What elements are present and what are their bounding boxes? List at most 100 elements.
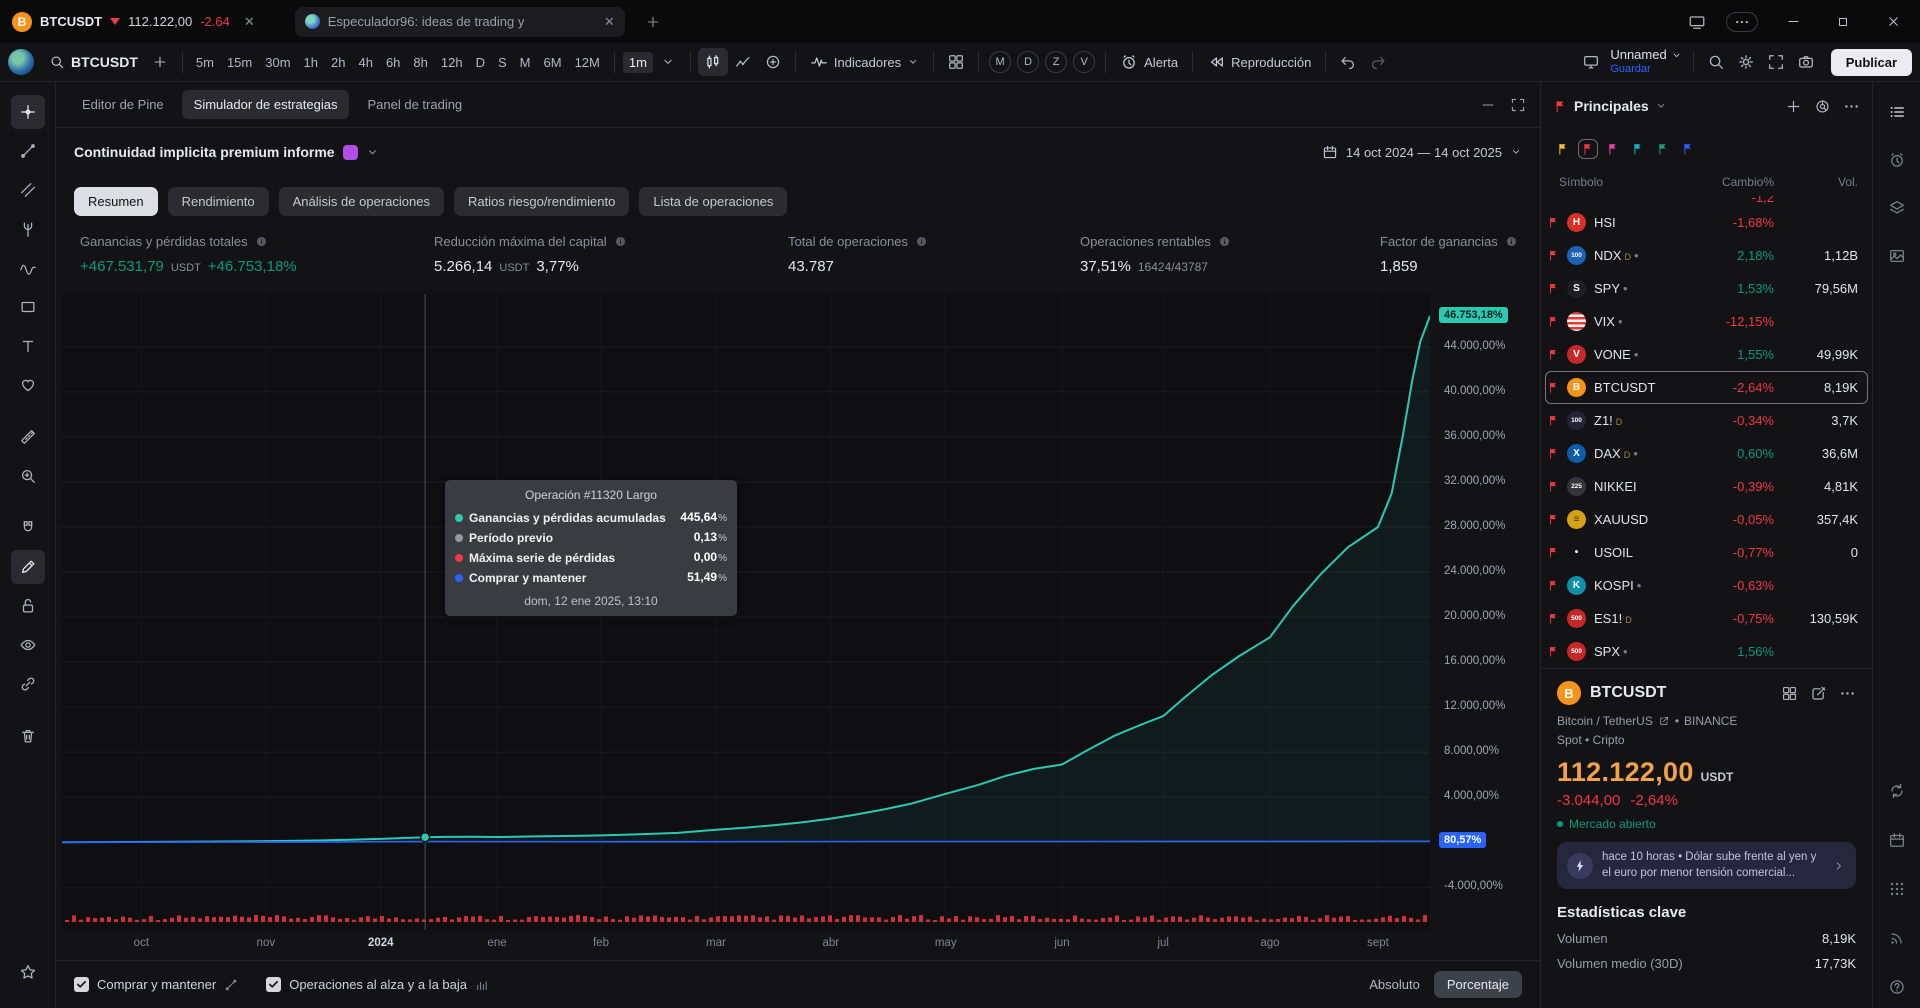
watchlist-row-btcusdt[interactable]: BBTCUSDT-2,64%8,19K bbox=[1541, 371, 1872, 404]
snapshot-button[interactable] bbox=[1791, 48, 1821, 76]
close-tab-button[interactable]: ✕ bbox=[238, 14, 261, 30]
watchlist-row-partial[interactable]: -1,2 bbox=[1541, 196, 1872, 206]
flag-filter-5[interactable] bbox=[1680, 141, 1696, 157]
report-tab-ratios-riesgo-rendimiento[interactable]: Ratios riesgo/rendimiento bbox=[454, 187, 629, 216]
detail-more-icon[interactable] bbox=[1839, 685, 1856, 702]
report-tab-an-lisis-de-operaciones[interactable]: Análisis de operaciones bbox=[279, 187, 444, 216]
watchlist-row-spy[interactable]: SSPY•1,53%79,56M bbox=[1541, 272, 1872, 305]
draw-tool[interactable] bbox=[11, 550, 45, 584]
shortcut-v-button[interactable]: V bbox=[1073, 51, 1095, 73]
forecast-tool[interactable] bbox=[11, 251, 45, 285]
news-feed-button[interactable] bbox=[1879, 920, 1915, 956]
add-symbol-button[interactable] bbox=[145, 48, 175, 76]
flag-filter-2[interactable] bbox=[1605, 141, 1621, 157]
info-icon[interactable] bbox=[1218, 235, 1231, 248]
watchlist-row-z1[interactable]: 100Z1!D-0,34%3,7K bbox=[1541, 404, 1872, 437]
help-button[interactable] bbox=[1879, 969, 1915, 1005]
watchlist-row-vone[interactable]: VVONE•1,55%49,99K bbox=[1541, 338, 1872, 371]
timeframe-1h[interactable]: 1h bbox=[298, 52, 324, 73]
symbol-search-button[interactable]: BTCUSDT bbox=[42, 50, 145, 74]
watchlist-row-spx[interactable]: 500SPX•1,56% bbox=[1541, 635, 1872, 668]
new-tab-button[interactable] bbox=[645, 14, 661, 30]
watchlist-title[interactable]: Principales bbox=[1574, 98, 1649, 114]
watchlist-row-vix[interactable]: VIX•-12,15% bbox=[1541, 305, 1872, 338]
sync-tool[interactable] bbox=[11, 667, 45, 701]
external-link-icon[interactable] bbox=[1658, 715, 1670, 727]
window-minimize-button[interactable] bbox=[1778, 14, 1808, 29]
timeframe-15m[interactable]: 15m bbox=[221, 52, 258, 73]
shortcut-z-button[interactable]: Z bbox=[1045, 51, 1067, 73]
flag-filter-1[interactable] bbox=[1580, 141, 1596, 157]
absolute-button[interactable]: Absoluto bbox=[1369, 977, 1420, 992]
watchlist-row-kospi[interactable]: KKOSPI•-0,63% bbox=[1541, 569, 1872, 602]
watchlist-row-dax[interactable]: XDAXD•0,60%36,6M bbox=[1541, 437, 1872, 470]
flag-filter-3[interactable] bbox=[1630, 141, 1646, 157]
indicators-button[interactable]: Indicadores bbox=[803, 49, 926, 75]
window-maximize-button[interactable] bbox=[1828, 15, 1858, 29]
percentage-button[interactable]: Porcentaje bbox=[1434, 971, 1522, 998]
watchlist-row-usoil[interactable]: •USOIL-0,77%0 bbox=[1541, 536, 1872, 569]
tab-trading-panel[interactable]: Panel de trading bbox=[355, 90, 474, 119]
ideas-panel-button[interactable] bbox=[1879, 238, 1915, 274]
time-axis[interactable]: octnov2024enefebmarabrmayjunjulagosept bbox=[62, 932, 1430, 956]
alert-button[interactable]: Alerta bbox=[1113, 49, 1185, 75]
order-panel-button[interactable] bbox=[1879, 773, 1915, 809]
symbol-description[interactable]: Bitcoin / TetherUS bbox=[1557, 714, 1653, 728]
delete-tool[interactable] bbox=[11, 719, 45, 753]
flag-filter-4[interactable] bbox=[1655, 141, 1671, 157]
fullscreen-button[interactable] bbox=[1761, 48, 1791, 76]
timeframe-12h[interactable]: 12h bbox=[435, 52, 469, 73]
publish-button[interactable]: Publicar bbox=[1831, 49, 1912, 76]
column-volume[interactable]: Vol. bbox=[1774, 175, 1858, 189]
buyhold-checkbox[interactable] bbox=[74, 977, 89, 992]
timeframe-D[interactable]: D bbox=[470, 52, 491, 73]
compare-button[interactable] bbox=[758, 48, 788, 76]
info-icon[interactable] bbox=[255, 235, 268, 248]
lock-tool[interactable] bbox=[11, 589, 45, 623]
strategy-menu-chevron-icon[interactable] bbox=[366, 146, 379, 159]
watchlist-row-ndx[interactable]: 100NDXD•2,18%1,12B bbox=[1541, 239, 1872, 272]
pitchfork-tool[interactable] bbox=[11, 212, 45, 246]
watchlist-row-hsi[interactable]: HHSI-1,68% bbox=[1541, 206, 1872, 239]
hotlists-panel-button[interactable] bbox=[1879, 190, 1915, 226]
screen-share-icon[interactable] bbox=[1688, 13, 1706, 31]
alerts-panel-button[interactable] bbox=[1879, 142, 1915, 178]
flag-filter-0[interactable] bbox=[1555, 141, 1571, 157]
detail-edit-icon[interactable] bbox=[1810, 685, 1827, 702]
settings-button[interactable] bbox=[1731, 48, 1761, 76]
date-range-picker[interactable]: 14 oct 2024 — 14 oct 2025 bbox=[1322, 144, 1522, 160]
buyhold-checkbox-group[interactable]: Comprar y mantener bbox=[74, 977, 238, 992]
price-axis[interactable]: 44.000,00%40.000,00%36.000,00%32.000,00%… bbox=[1434, 294, 1538, 930]
timeframe-30m[interactable]: 30m bbox=[259, 52, 296, 73]
watchlist-row-nikkei[interactable]: 225NIKKEI-0,39%4,81K bbox=[1541, 470, 1872, 503]
tab-pine-editor[interactable]: Editor de Pine bbox=[70, 90, 176, 119]
replay-button[interactable]: Reproducción bbox=[1200, 49, 1318, 75]
hide-tool[interactable] bbox=[11, 628, 45, 662]
equity-chart[interactable]: Operación #11320 LargoGanancias y pérdid… bbox=[62, 294, 1430, 930]
timeframe-2h[interactable]: 2h bbox=[325, 52, 351, 73]
emoji-tool[interactable] bbox=[11, 368, 45, 402]
panel-maximize-button[interactable] bbox=[1510, 97, 1526, 113]
calendar-panel-button[interactable] bbox=[1879, 822, 1915, 858]
column-symbol[interactable]: Símbolo bbox=[1559, 175, 1698, 189]
report-tab-lista-de-operaciones[interactable]: Lista de operaciones bbox=[639, 187, 787, 216]
report-tab-rendimiento[interactable]: Rendimiento bbox=[168, 187, 269, 216]
layout-templates-button[interactable] bbox=[1576, 48, 1606, 76]
undo-button[interactable] bbox=[1333, 48, 1363, 76]
user-avatar[interactable] bbox=[8, 49, 34, 75]
timeframe-menu-button[interactable] bbox=[653, 48, 683, 76]
strategy-title[interactable]: Continuidad implicita premium informe bbox=[74, 144, 335, 160]
timeframe-12M[interactable]: 12M bbox=[569, 52, 606, 73]
panel-minimize-button[interactable] bbox=[1480, 97, 1496, 113]
window-close-button[interactable] bbox=[1878, 14, 1908, 29]
apps-button[interactable] bbox=[1879, 871, 1915, 907]
report-tab-resumen[interactable]: Resumen bbox=[74, 187, 158, 216]
tab-strategy-tester[interactable]: Simulador de estrategias bbox=[182, 90, 350, 119]
news-card[interactable]: hace 10 horas • Dólar sube frente al yen… bbox=[1557, 842, 1856, 889]
browser-menu-button[interactable] bbox=[1726, 12, 1758, 32]
shortcut-d-button[interactable]: D bbox=[1017, 51, 1039, 73]
quick-search-button[interactable] bbox=[1701, 48, 1731, 76]
chart-style-button[interactable] bbox=[728, 48, 758, 76]
favorites-star[interactable] bbox=[11, 955, 45, 989]
info-icon[interactable] bbox=[614, 235, 627, 248]
